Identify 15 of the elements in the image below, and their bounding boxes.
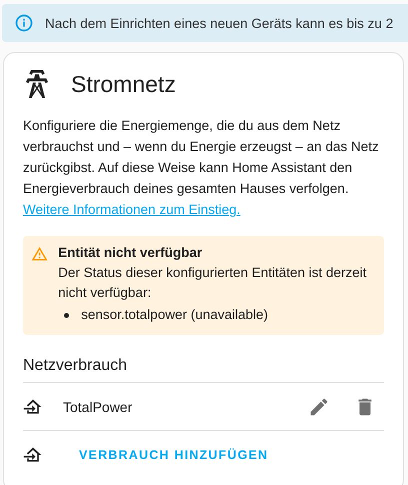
section-title: Netzverbrauch — [23, 357, 384, 383]
transmission-tower-icon — [25, 70, 49, 98]
source-name: TotalPower — [63, 398, 134, 414]
warning-title: Entität nicht verfügbar — [58, 244, 204, 262]
entity-item: sensor.totalpower (unavailable) — [81, 306, 268, 324]
house-arrow-icon — [23, 396, 43, 416]
bullet-icon — [64, 312, 70, 318]
banner-text: Nach dem Einrichten eines neuen Geräts kann es bis zu 2 — [45, 16, 394, 30]
warning-message: Der Status dieser konfigurierten Entitäten ist derzeit nicht verfügbar: — [58, 264, 368, 302]
info-link[interactable]: Weitere Informationen zum Einstieg. — [23, 202, 240, 217]
description-text: Konfiguriere die Energiemenge, die du aus dem Netz verbrauchst und – wenn du Energie erzeugst – an das Netz zurückgibst. Auf diese Weise kann Home Assistant den Energieverbrauch deines gesamten Hauses verfolgen. Weitere Informationen zum Einstieg. — [23, 117, 380, 219]
house-arrow-icon — [23, 444, 43, 464]
card-title: Stromnetz — [71, 70, 176, 98]
add-consumption-button[interactable]: VERBRAUCH HINZUFÜGEN — [71, 440, 276, 470]
info-icon — [14, 13, 34, 33]
